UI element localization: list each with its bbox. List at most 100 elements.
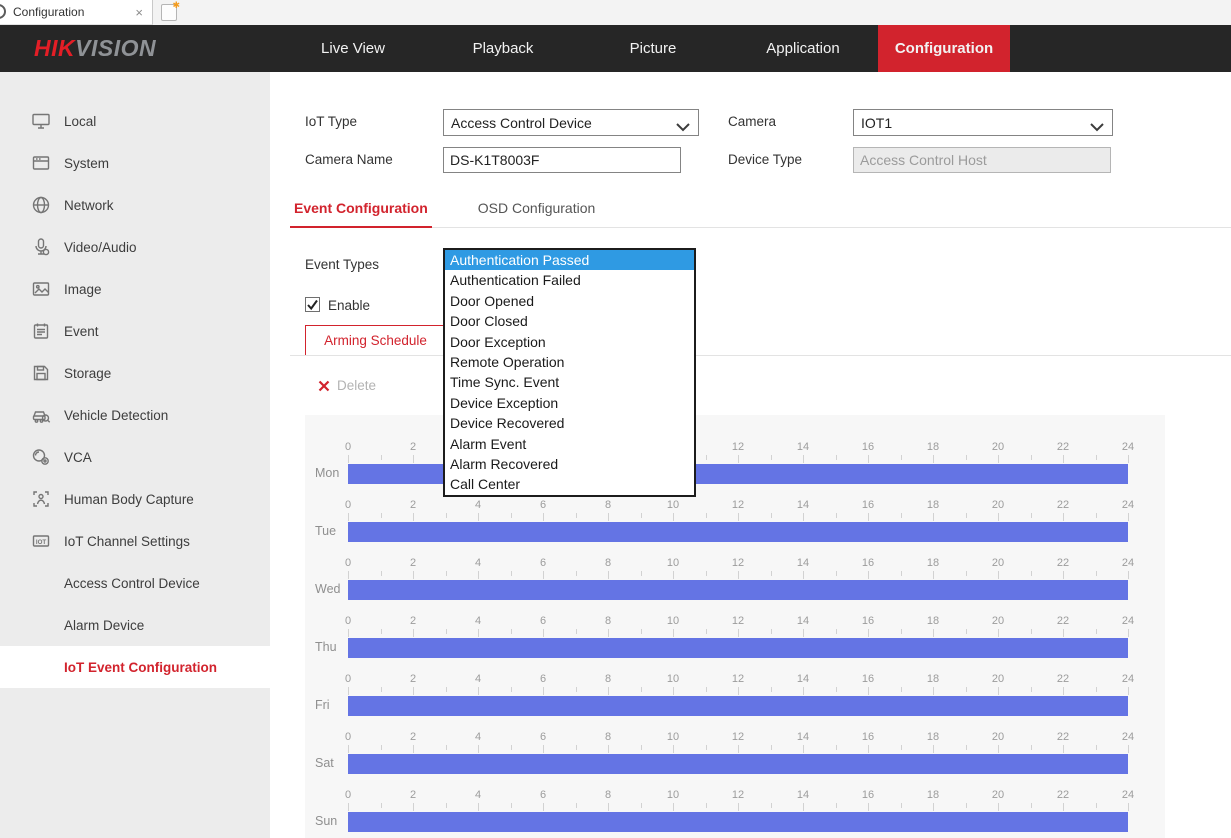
event-type-option-door-exception[interactable]: Door Exception — [445, 332, 694, 352]
app-header: HIKVISION Live ViewPlaybackPictureApplic… — [0, 25, 1231, 72]
hour-tick-label: 24 — [1122, 615, 1134, 627]
schedule-row-wed: Wed024681012141618202224 — [305, 557, 1165, 615]
sidebar-item-label: Access Control Device — [64, 576, 200, 591]
event-type-option-door-opened[interactable]: Door Opened — [445, 291, 694, 311]
event-type-option-alarm-event[interactable]: Alarm Event — [445, 434, 694, 454]
hour-tick-label: 18 — [927, 731, 939, 743]
logo-hik: HIK — [34, 35, 75, 61]
vca-icon — [31, 447, 51, 467]
sidebar-item-iot-event-configuration[interactable]: IoT Event Configuration — [0, 646, 270, 688]
event-type-option-alarm-recovered[interactable]: Alarm Recovered — [445, 454, 694, 474]
hour-tick-marks — [348, 571, 1128, 579]
hour-tick-label: 14 — [797, 731, 809, 743]
delete-button[interactable]: Delete — [318, 378, 376, 393]
hour-tick-label: 12 — [732, 731, 744, 743]
sidebar-item-image[interactable]: Image — [0, 268, 270, 310]
sidebar-item-vehicle-detection[interactable]: Vehicle Detection — [0, 394, 270, 436]
hour-tick-label: 14 — [797, 673, 809, 685]
notepad-icon — [31, 321, 51, 341]
arming-schedule-tab[interactable]: Arming Schedule — [305, 325, 446, 356]
hour-tick-label: 24 — [1122, 441, 1134, 453]
hour-tick-label: 18 — [927, 789, 939, 801]
camera-label: Camera — [728, 114, 776, 129]
hour-tick-label: 14 — [797, 615, 809, 627]
event-type-option-authentication-failed[interactable]: Authentication Failed — [445, 270, 694, 290]
sidebar-item-access-control-device[interactable]: Access Control Device — [0, 562, 270, 604]
hour-tick-label: 0 — [345, 731, 351, 743]
enable-checkbox[interactable] — [305, 297, 320, 312]
browser-tab-bar: Configuration × — [0, 0, 1231, 25]
config-tabs: Event Configuration OSD Configuration — [290, 198, 1231, 228]
hikvision-logo: HIKVISION — [34, 35, 156, 62]
event-type-option-door-closed[interactable]: Door Closed — [445, 311, 694, 331]
close-tab-icon[interactable]: × — [135, 6, 143, 19]
sidebar-item-video-audio[interactable]: Video/Audio — [0, 226, 270, 268]
hour-tick-label: 6 — [540, 499, 546, 511]
tab-event-configuration[interactable]: Event Configuration — [290, 198, 432, 228]
device-type-label: Device Type — [728, 152, 802, 167]
schedule-bar-tue[interactable] — [348, 522, 1128, 542]
hour-tick-label: 10 — [667, 615, 679, 627]
schedule-bar-thu[interactable] — [348, 638, 1128, 658]
sidebar-item-human-body-capture[interactable]: Human Body Capture — [0, 478, 270, 520]
event-types-listbox: Authentication PassedAuthentication Fail… — [443, 248, 696, 497]
schedule-row-thu: Thu024681012141618202224 — [305, 615, 1165, 673]
sidebar-item-alarm-device[interactable]: Alarm Device — [0, 604, 270, 646]
sidebar-item-storage[interactable]: Storage — [0, 352, 270, 394]
sidebar-item-system[interactable]: System — [0, 142, 270, 184]
human-body-icon — [31, 489, 51, 509]
schedule-bar-fri[interactable] — [348, 696, 1128, 716]
hour-tick-label: 22 — [1057, 789, 1069, 801]
event-type-option-authentication-passed[interactable]: Authentication Passed — [445, 250, 694, 270]
event-type-option-remote-operation[interactable]: Remote Operation — [445, 352, 694, 372]
sidebar-item-event[interactable]: Event — [0, 310, 270, 352]
nav-live-view[interactable]: Live View — [278, 25, 428, 72]
sidebar-item-vca[interactable]: VCA — [0, 436, 270, 478]
hour-tick-label: 4 — [475, 499, 481, 511]
sidebar-item-network[interactable]: Network — [0, 184, 270, 226]
chevron-down-icon — [1090, 119, 1104, 135]
window-icon — [31, 153, 51, 173]
nav-configuration[interactable]: Configuration — [878, 25, 1010, 72]
camera-value: IOT1 — [861, 115, 892, 131]
hour-tick-label: 8 — [605, 615, 611, 627]
favicon-icon — [0, 4, 6, 19]
schedule-bar-wed[interactable] — [348, 580, 1128, 600]
sidebar-item-label: Vehicle Detection — [64, 408, 168, 423]
new-tab-button[interactable] — [161, 4, 177, 21]
event-type-option-device-exception[interactable]: Device Exception — [445, 393, 694, 413]
hour-tick-label: 4 — [475, 789, 481, 801]
delete-x-icon — [318, 380, 330, 392]
nav-picture[interactable]: Picture — [578, 25, 728, 72]
iot-type-select[interactable]: Access Control Device — [443, 109, 699, 136]
sidebar-item-label: Event — [64, 324, 99, 339]
hour-tick-label: 24 — [1122, 499, 1134, 511]
camera-select[interactable]: IOT1 — [853, 109, 1113, 136]
event-type-option-call-center[interactable]: Call Center — [445, 474, 694, 494]
tab-osd-configuration[interactable]: OSD Configuration — [474, 198, 600, 227]
sidebar-item-label: Local — [64, 114, 96, 129]
hour-tick-label: 2 — [410, 615, 416, 627]
day-label-fri: Fri — [315, 695, 330, 715]
sidebar-item-local[interactable]: Local — [0, 100, 270, 142]
event-type-option-device-recovered[interactable]: Device Recovered — [445, 413, 694, 433]
nav-playback[interactable]: Playback — [428, 25, 578, 72]
browser-tab-title: Configuration — [13, 5, 135, 19]
schedule-bar-sat[interactable] — [348, 754, 1128, 774]
hour-tick-label: 0 — [345, 615, 351, 627]
hour-tick-label: 16 — [862, 615, 874, 627]
schedule-row-tue: Tue024681012141618202224 — [305, 499, 1165, 557]
camera-name-input[interactable] — [443, 147, 681, 173]
nav-application[interactable]: Application — [728, 25, 878, 72]
globe-icon — [31, 195, 51, 215]
day-label-thu: Thu — [315, 637, 337, 657]
schedule-bar-sun[interactable] — [348, 812, 1128, 832]
arming-schedule-label: Arming Schedule — [324, 333, 427, 348]
event-type-option-time-sync-event[interactable]: Time Sync. Event — [445, 372, 694, 392]
sidebar-item-label: VCA — [64, 450, 92, 465]
hour-tick-label: 8 — [605, 499, 611, 511]
sidebar-item-iot-channel-settings[interactable]: IOTIoT Channel Settings — [0, 520, 270, 562]
hour-tick-marks — [348, 629, 1128, 637]
schedule-row-mon: Mon024681012141618202224 — [305, 441, 1165, 499]
browser-tab[interactable]: Configuration × — [0, 0, 153, 25]
